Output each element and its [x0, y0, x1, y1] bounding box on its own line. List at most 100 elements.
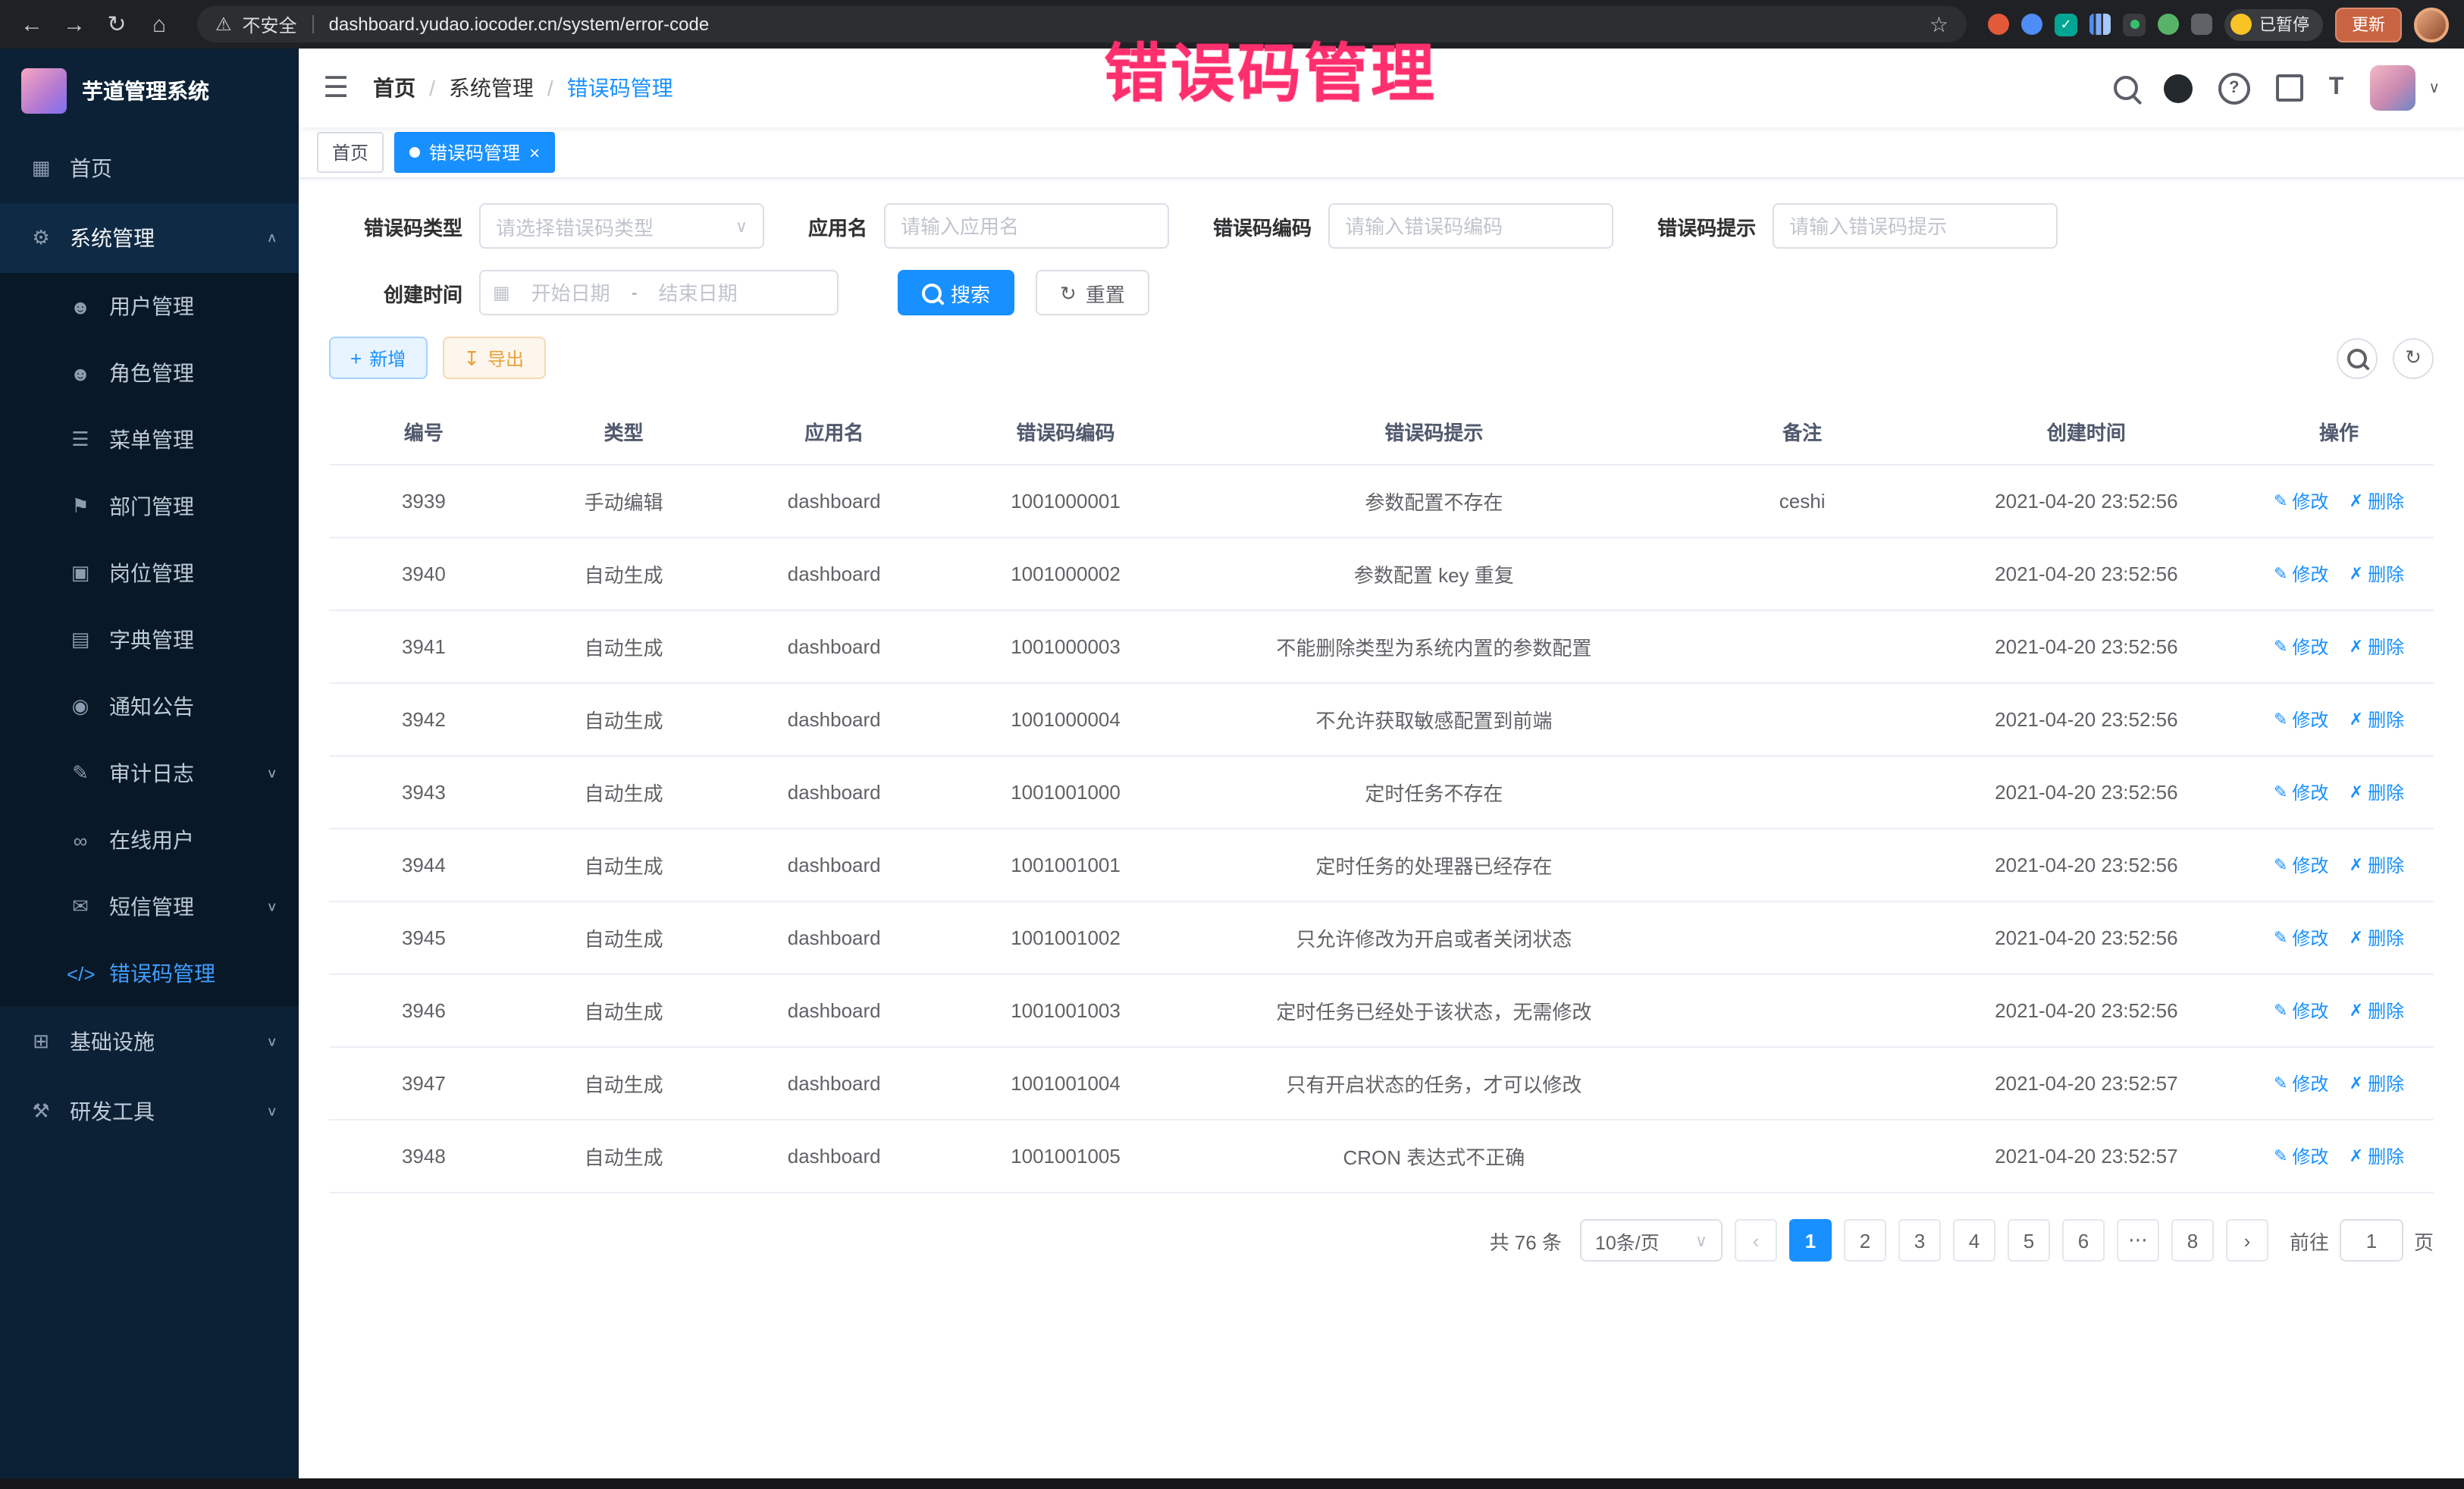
delete-link[interactable]: ✗ 删除 [2350, 852, 2404, 878]
edit-link[interactable]: ✎ 修改 [2274, 561, 2328, 587]
update-button[interactable]: 更新 [2335, 7, 2402, 42]
sidebar-item-error-code[interactable]: </> 错误码管理 [0, 940, 299, 1007]
browser-profile-avatar[interactable] [2414, 7, 2449, 42]
page-button[interactable]: 3 [1898, 1219, 1941, 1262]
error-code-input[interactable] [1328, 203, 1613, 249]
error-hint-input[interactable] [1773, 203, 2058, 249]
cell-time: 2021-04-20 23:52:56 [1929, 610, 2244, 683]
edit-link[interactable]: ✎ 修改 [2274, 779, 2328, 805]
edit-link[interactable]: ✎ 修改 [2274, 852, 2328, 878]
edit-icon: ✎ [2274, 564, 2287, 584]
browser-home-icon[interactable]: ⌂ [143, 11, 176, 37]
search-button[interactable]: 搜索 [898, 270, 1014, 315]
delete-link[interactable]: ✗ 删除 [2350, 488, 2404, 514]
font-size-icon[interactable]: T [2329, 74, 2344, 102]
edit-link[interactable]: ✎ 修改 [2274, 1143, 2328, 1169]
end-date-input[interactable] [644, 281, 753, 304]
sidebar-item-infra[interactable]: ⊞ 基础设施 ∨ [0, 1007, 299, 1077]
sidebar-item-sms[interactable]: ✉ 短信管理 ∨ [0, 873, 299, 940]
avatar-caret-icon[interactable]: ∨ [2428, 80, 2440, 96]
sidebar-item-dict[interactable]: ▤ 字典管理 [0, 607, 299, 673]
page-size-select[interactable]: 10条/页 ∨ [1580, 1219, 1723, 1262]
delete-link[interactable]: ✗ 删除 [2350, 561, 2404, 587]
help-icon[interactable]: ? [2218, 72, 2250, 104]
sidebar-item-depts[interactable]: ⚑ 部门管理 [0, 473, 299, 540]
start-date-input[interactable] [516, 281, 625, 304]
address-bar[interactable]: ⚠ 不安全 dashboard.yudao.iocoder.cn/system/… [197, 6, 1967, 42]
date-range-picker[interactable]: ▦ - [479, 270, 839, 315]
extension-icon[interactable] [2158, 14, 2179, 35]
cell-id: 3947 [329, 1047, 519, 1120]
page-button[interactable]: 8 [2171, 1219, 2214, 1262]
search-icon[interactable] [2114, 76, 2138, 100]
app-name-input[interactable] [884, 203, 1169, 249]
sidebar-toggle-icon[interactable]: ☰ [323, 71, 349, 105]
export-button[interactable]: ↧ 导出 [442, 337, 545, 379]
url-text[interactable]: dashboard.yudao.iocoder.cn/system/error-… [329, 14, 710, 35]
delete-link[interactable]: ✗ 删除 [2350, 1143, 2404, 1169]
page-button[interactable]: 5 [2008, 1219, 2050, 1262]
back-icon[interactable]: ← [15, 11, 49, 37]
page-button[interactable]: 1 [1789, 1219, 1832, 1262]
page-button[interactable]: 6 [2062, 1219, 2105, 1262]
delete-link[interactable]: ✗ 删除 [2350, 998, 2404, 1023]
delete-link[interactable]: ✗ 删除 [2350, 925, 2404, 951]
extension-icon[interactable] [1988, 14, 2009, 35]
extension-icon[interactable]: ✓ [2055, 13, 2077, 36]
extensions-puzzle-icon[interactable] [2191, 14, 2212, 35]
sidebar-item-system[interactable]: ⚙ 系统管理 ∧ [0, 203, 299, 273]
edit-link[interactable]: ✎ 修改 [2274, 925, 2328, 951]
delete-link[interactable]: ✗ 删除 [2350, 779, 2404, 805]
prev-page-button[interactable]: ‹ [1735, 1219, 1777, 1262]
page-button[interactable]: 4 [1953, 1219, 1995, 1262]
edit-link[interactable]: ✎ 修改 [2274, 707, 2328, 732]
delete-link[interactable]: ✗ 删除 [2350, 707, 2404, 732]
reset-button[interactable]: ↻ 重置 [1036, 270, 1149, 315]
bottom-scrollbar[interactable] [0, 1478, 2464, 1489]
add-button[interactable]: + 新增 [329, 337, 427, 379]
delete-link[interactable]: ✗ 删除 [2350, 1071, 2404, 1096]
user-avatar[interactable] [2369, 65, 2415, 111]
cell-type: 自动生成 [519, 829, 729, 901]
sidebar-item-roles[interactable]: ☻ 角色管理 [0, 340, 299, 406]
sidebar-item-users[interactable]: ☻ 用户管理 [0, 273, 299, 340]
chevron-icon: ∨ [266, 1105, 277, 1119]
next-page-button[interactable]: › [2226, 1219, 2268, 1262]
sidebar-item-online-users[interactable]: ∞ 在线用户 [0, 807, 299, 873]
app-name-label: 应用名 [808, 212, 867, 240]
paused-badge[interactable]: 已暂停 [2224, 8, 2323, 40]
tab-close-icon[interactable]: × [529, 143, 540, 161]
view-tab[interactable]: 首页 × [317, 132, 384, 173]
edit-link[interactable]: ✎ 修改 [2274, 488, 2328, 514]
breadcrumb-system[interactable]: 系统管理 [449, 73, 534, 103]
extension-icon[interactable] [2089, 14, 2111, 35]
forward-icon[interactable]: → [58, 11, 91, 37]
page-button[interactable]: ⋯ [2117, 1219, 2159, 1262]
edit-link[interactable]: ✎ 修改 [2274, 998, 2328, 1023]
sidebar-item-notice[interactable]: ◉ 通知公告 [0, 673, 299, 740]
security-label[interactable]: 不安全 [243, 11, 297, 37]
error-type-select[interactable]: 请选择错误码类型 ∨ [479, 203, 764, 249]
toggle-search-button[interactable] [2337, 337, 2378, 378]
fullscreen-icon[interactable] [2276, 74, 2303, 102]
sidebar-item-home[interactable]: ▦ 首页 [0, 133, 299, 203]
cell-app: dashboard [729, 683, 939, 756]
extension-icon[interactable] [2123, 13, 2146, 36]
sidebar-item-menus[interactable]: ☰ 菜单管理 [0, 406, 299, 473]
reload-icon[interactable]: ↻ [100, 11, 133, 38]
goto-page-input[interactable] [2340, 1219, 2403, 1262]
sidebar-item-audit-log[interactable]: ✎ 审计日志 ∨ [0, 740, 299, 807]
app-logo[interactable]: 芋道管理系统 [0, 49, 299, 133]
bookmark-star-icon[interactable]: ☆ [1930, 11, 1948, 37]
breadcrumb-home[interactable]: 首页 [373, 73, 415, 103]
page-button[interactable]: 2 [1844, 1219, 1886, 1262]
github-icon[interactable] [2164, 74, 2193, 102]
sidebar-item-devtools[interactable]: ⚒ 研发工具 ∨ [0, 1077, 299, 1146]
refresh-table-button[interactable]: ↻ [2393, 337, 2434, 378]
edit-link[interactable]: ✎ 修改 [2274, 1071, 2328, 1096]
view-tab[interactable]: 错误码管理 × [394, 132, 555, 173]
sidebar-item-posts[interactable]: ▣ 岗位管理 [0, 540, 299, 607]
delete-link[interactable]: ✗ 删除 [2350, 634, 2404, 660]
edit-link[interactable]: ✎ 修改 [2274, 634, 2328, 660]
extension-icon[interactable] [2021, 14, 2042, 35]
